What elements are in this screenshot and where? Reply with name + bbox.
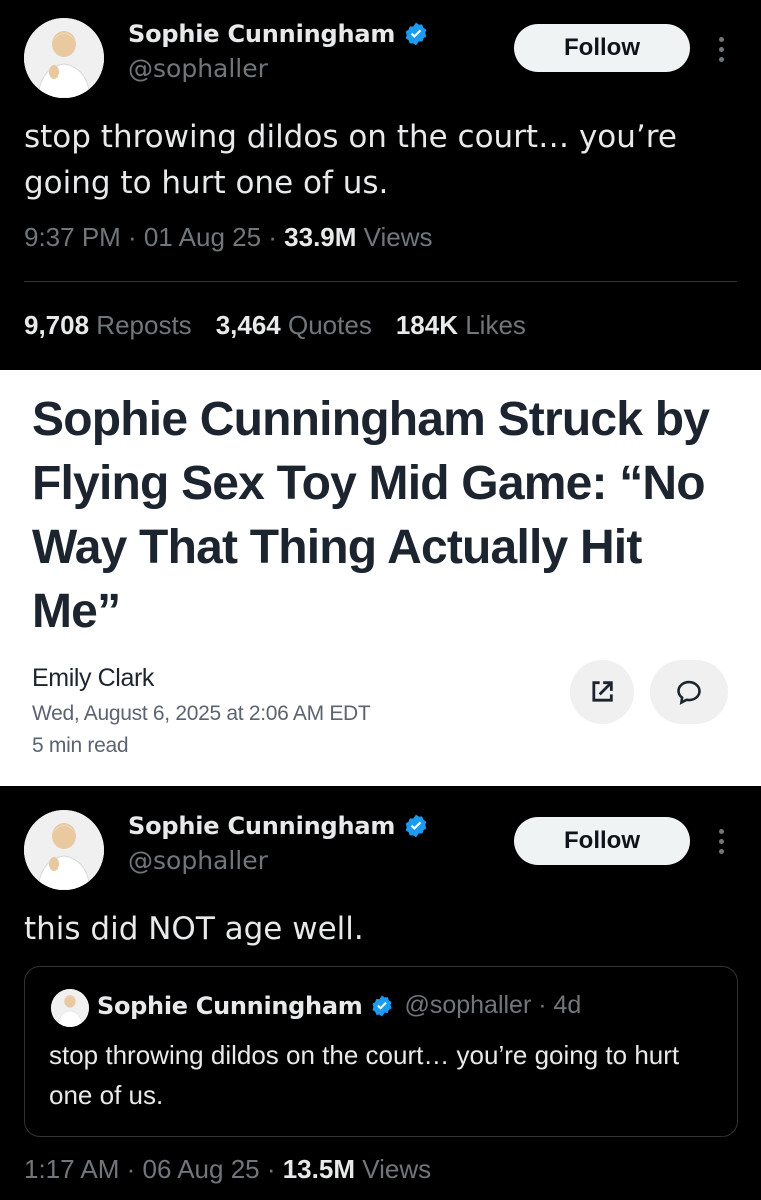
tweet-text: stop throwing dildos on the court… you’r…	[24, 119, 677, 201]
more-options-icon[interactable]	[716, 829, 726, 854]
profile-photo	[51, 989, 89, 1027]
avatar[interactable]	[24, 18, 104, 98]
quotes-stat[interactable]: 3,464 Quotes	[216, 310, 372, 341]
engagement-stats: 9,708 Reposts 3,464 Quotes 184K Likes	[24, 310, 526, 341]
author-name[interactable]: Sophie Cunningham	[128, 20, 395, 48]
share-button[interactable]	[570, 660, 634, 724]
avatar[interactable]	[24, 810, 104, 890]
profile-photo	[24, 810, 104, 890]
views-count: 13.5M	[282, 1154, 355, 1184]
verified-badge-icon	[372, 995, 392, 1016]
views-label: Views	[356, 222, 433, 252]
quoted-handle-age: @sophaller · 4d	[404, 991, 582, 1019]
quoted-text: stop throwing dildos on the court… you’r…	[49, 1040, 680, 1110]
tweet-text: this did NOT age well.	[24, 911, 364, 947]
follow-button[interactable]: Follow	[514, 24, 690, 72]
external-link-icon	[592, 681, 613, 702]
author-row: Sophie Cunningham	[128, 812, 429, 840]
quoted-author-row: Sophie Cunningham @sophaller · 4d	[97, 991, 581, 1020]
quoted-author-name: Sophie Cunningham	[97, 991, 363, 1020]
article-author[interactable]: Emily Clark	[32, 664, 154, 693]
comment-icon	[677, 680, 701, 705]
divider	[24, 281, 737, 282]
tweet-time[interactable]: 1:17 AM · 06 Aug 25 ·	[24, 1154, 283, 1184]
author-row: Sophie Cunningham	[128, 20, 429, 48]
author-name[interactable]: Sophie Cunningham	[128, 812, 395, 840]
tweet-time[interactable]: 9:37 PM · 01 Aug 25 ·	[24, 222, 284, 252]
news-article-card: Sophie Cunningham Struck by Flying Sex T…	[0, 370, 761, 786]
tweet-meta: 9:37 PM · 01 Aug 25 · 33.9M Views	[24, 222, 433, 253]
quoted-tweet[interactable]: Sophie Cunningham @sophaller · 4d stop t…	[24, 966, 738, 1137]
tweet-original: Sophie Cunningham @sophaller Follow stop…	[0, 0, 761, 370]
views-label: Views	[354, 1154, 432, 1184]
article-date: Wed, August 6, 2025 at 2:06 AM EDT	[32, 702, 371, 725]
follow-button[interactable]: Follow	[514, 817, 690, 865]
views-count: 33.9M	[284, 222, 357, 252]
quoted-avatar	[51, 989, 89, 1027]
likes-stat[interactable]: 184K Likes	[396, 310, 526, 341]
author-handle[interactable]: @sophaller	[128, 846, 268, 875]
article-read-time: 5 min read	[32, 734, 129, 757]
tweet-quote-repost: Sophie Cunningham @sophaller Follow this…	[0, 786, 761, 1200]
author-handle[interactable]: @sophaller	[128, 54, 268, 83]
verified-badge-icon	[405, 814, 427, 838]
profile-photo	[24, 18, 104, 98]
article-headline[interactable]: Sophie Cunningham Struck by Flying Sex T…	[32, 388, 732, 644]
tweet-meta: 1:17 AM · 06 Aug 25 · 13.5M Views	[24, 1154, 431, 1185]
comment-button[interactable]	[650, 660, 728, 724]
verified-badge-icon	[405, 22, 427, 46]
more-options-icon[interactable]	[716, 37, 726, 62]
reposts-stat[interactable]: 9,708 Reposts	[24, 310, 192, 341]
